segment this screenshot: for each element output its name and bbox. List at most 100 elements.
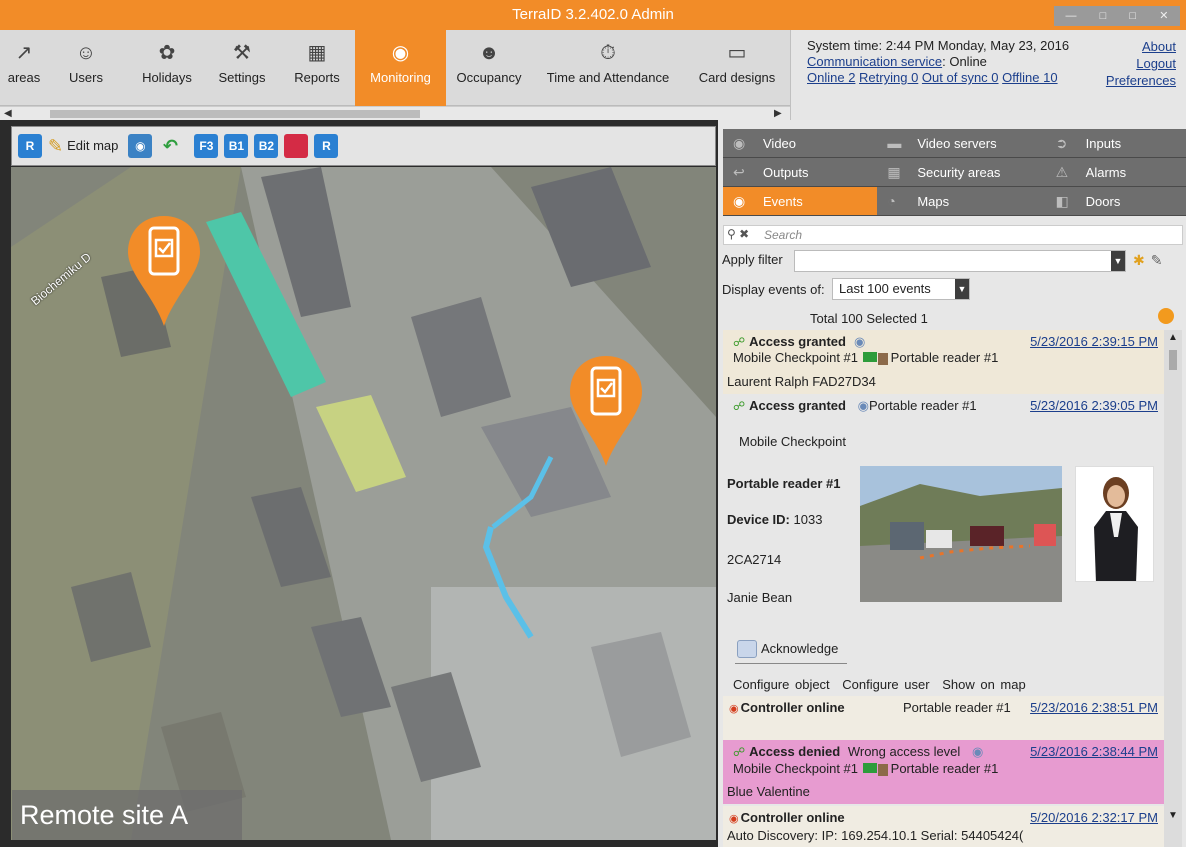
offline-link[interactable]: Offline 10 bbox=[1002, 70, 1057, 85]
event-datetime[interactable]: 5/23/2016 2:39:05 PM bbox=[1030, 398, 1158, 413]
mobile-checkpoint-pin-1[interactable] bbox=[124, 212, 204, 330]
list-item[interactable]: ◉ Controller online Portable reader #1 5/… bbox=[723, 696, 1164, 746]
preferences-link[interactable]: Preferences bbox=[1106, 72, 1176, 89]
ribbon-item-time-and-attendance[interactable]: ⏱ Time and Attendance bbox=[538, 30, 678, 106]
tab-outputs[interactable]: ↩ Outputs bbox=[723, 158, 877, 186]
user-name: Janie Bean bbox=[727, 590, 793, 605]
floor-f3-button[interactable]: F3 bbox=[194, 134, 219, 158]
minimize-icon[interactable]: — bbox=[1066, 1, 1077, 31]
event-header: ☍ Access denied Wrong access level ◉ bbox=[723, 744, 983, 760]
show-on-map-link[interactable]: Show on map bbox=[942, 677, 1026, 692]
tab-alarms[interactable]: ⚠ Alarms bbox=[1032, 158, 1186, 186]
restore-icon[interactable]: □ bbox=[1100, 1, 1107, 31]
ribbon-label: Reports bbox=[294, 70, 340, 85]
event-location: Mobile Checkpoint #1 bbox=[733, 761, 859, 776]
scroll-right-icon[interactable]: ▶ bbox=[774, 108, 782, 119]
event-datetime[interactable]: 5/23/2016 2:39:15 PM bbox=[1030, 334, 1158, 349]
map-search-icon[interactable]: ◉ bbox=[128, 134, 153, 158]
tab-maps[interactable]: ◔ Maps bbox=[877, 187, 1031, 215]
tab-row-3: ◉ Events ◔ Maps ◧ Doors bbox=[723, 187, 1186, 216]
maximize-icon[interactable]: □ bbox=[1129, 1, 1136, 31]
red-layer-button[interactable] bbox=[284, 134, 309, 158]
out-of-sync-link[interactable]: Out of sync 0 bbox=[922, 70, 999, 85]
filter-select[interactable]: ▼ bbox=[794, 250, 1126, 272]
tab-video[interactable]: ◉ Video bbox=[723, 129, 877, 157]
scrollbar-thumb[interactable] bbox=[50, 110, 420, 118]
event-title: Controller online bbox=[740, 810, 845, 825]
retrying-link[interactable]: Retrying 0 bbox=[859, 70, 918, 85]
refresh-map-button[interactable]: R bbox=[18, 134, 42, 158]
outputs-icon: ↩ bbox=[733, 164, 745, 180]
event-reader: Portable reader #1 bbox=[890, 350, 999, 365]
event-list-scrollbar[interactable]: ▲ ▼ bbox=[1164, 330, 1182, 847]
tab-inputs[interactable]: ➲ Inputs bbox=[1032, 129, 1186, 157]
floor-b1-button[interactable]: B1 bbox=[224, 134, 249, 158]
configure-object-link[interactable]: Configure object bbox=[733, 677, 830, 692]
mobile-checkpoint-pin-2[interactable] bbox=[566, 352, 646, 470]
event-path: Mobile Checkpoint #1 Portable reader #1 bbox=[733, 761, 998, 776]
event-datetime[interactable]: 5/23/2016 2:38:44 PM bbox=[1030, 744, 1158, 759]
edit-map-button[interactable]: Edit map bbox=[67, 134, 118, 158]
tab-security-areas[interactable]: ▦ Security areas bbox=[877, 158, 1031, 186]
about-link[interactable]: About bbox=[1106, 38, 1176, 55]
device-id-row: Device ID: 1033 bbox=[727, 512, 822, 527]
reset-view-button[interactable]: R bbox=[314, 134, 339, 158]
list-item[interactable]: ☍ Access granted ◉ 5/23/2016 2:39:15 PM Mo… bbox=[723, 330, 1164, 394]
search-input[interactable]: Search bbox=[723, 225, 1183, 245]
tab-label: Maps bbox=[917, 194, 950, 209]
list-item-denied[interactable]: ☍ Access denied Wrong access level ◉ 5/23… bbox=[723, 740, 1164, 804]
ribbon-item-areas[interactable]: ↗ areas bbox=[0, 30, 48, 106]
ribbon-item-card-designs[interactable]: ▭ Card designs bbox=[690, 30, 784, 106]
user-photo[interactable] bbox=[1075, 466, 1154, 582]
acknowledge-button[interactable]: Acknowledge bbox=[735, 636, 847, 664]
event-totals: Total 100 Selected 1 bbox=[810, 311, 928, 326]
ribbon-label: Occupancy bbox=[456, 70, 522, 85]
edit-filter-icon[interactable]: ✎ bbox=[1151, 252, 1169, 268]
title-bar: TerraID 3.2.402.0 Admin — □ □ ✕ bbox=[0, 0, 1186, 30]
ribbon-item-occupancy[interactable]: ☻ Occupancy bbox=[448, 30, 530, 106]
checkpoint-photo[interactable] bbox=[860, 466, 1062, 602]
card-designs-icon: ▭ bbox=[727, 42, 747, 64]
ribbon-item-holidays[interactable]: ✿ Holidays bbox=[130, 30, 204, 106]
access-icon: ☍ bbox=[733, 399, 746, 413]
tab-row-1: ◉ Video ▬ Video servers ➲ Inputs bbox=[723, 129, 1186, 158]
close-icon[interactable]: ✕ bbox=[1159, 1, 1168, 31]
search-icon[interactable]: ⚲ bbox=[727, 227, 736, 241]
tab-doors[interactable]: ◧ Doors bbox=[1032, 187, 1186, 215]
ribbon-item-monitoring[interactable]: ◉ Monitoring bbox=[355, 30, 446, 106]
scrollbar-thumb[interactable] bbox=[1169, 350, 1177, 370]
areas-icon: ↗ bbox=[15, 42, 33, 64]
reports-icon: ▦ bbox=[307, 42, 327, 64]
floor-b2-button[interactable]: B2 bbox=[254, 134, 279, 158]
online-link[interactable]: Online 2 bbox=[807, 70, 855, 85]
inputs-icon: ➲ bbox=[1055, 135, 1068, 151]
scroll-down-icon[interactable]: ▼ bbox=[1168, 810, 1178, 821]
filter-settings-icon[interactable]: ✱ bbox=[1133, 252, 1151, 268]
ribbon-item-users[interactable]: ☺ Users bbox=[56, 30, 116, 106]
configure-user-link[interactable]: Configure user bbox=[842, 677, 929, 692]
detail-reader: Portable reader #1 bbox=[727, 476, 841, 491]
clear-search-icon[interactable]: ✖ bbox=[739, 227, 749, 241]
ribbon-label: areas bbox=[7, 70, 41, 85]
display-events-select[interactable]: Last 100 events ▼ bbox=[832, 278, 970, 300]
event-reason: Wrong access level bbox=[847, 744, 961, 759]
chevron-down-icon[interactable]: ▼ bbox=[955, 279, 969, 299]
tab-video-servers[interactable]: ▬ Video servers bbox=[877, 129, 1031, 157]
ribbon-scrollbar[interactable]: ◀ ▶ bbox=[0, 106, 790, 120]
communication-service-link[interactable]: Communication service bbox=[807, 54, 942, 69]
scroll-up-icon[interactable]: ▲ bbox=[1168, 332, 1178, 343]
satellite-map[interactable] bbox=[11, 167, 716, 840]
tab-events[interactable]: ◉ Events bbox=[723, 187, 878, 215]
ribbon-item-reports[interactable]: ▦ Reports bbox=[284, 30, 350, 106]
ribbon-item-settings[interactable]: ⚒ Settings bbox=[208, 30, 276, 106]
chevron-down-icon[interactable]: ▼ bbox=[1111, 251, 1125, 271]
back-arrow-icon[interactable]: ↶ bbox=[158, 134, 182, 158]
event-datetime[interactable]: 5/23/2016 2:38:51 PM bbox=[1030, 700, 1158, 715]
access-icon: ☍ bbox=[733, 335, 746, 349]
event-datetime[interactable]: 5/20/2016 2:32:17 PM bbox=[1030, 810, 1158, 825]
logout-link[interactable]: Logout bbox=[1106, 55, 1176, 72]
refresh-icon[interactable] bbox=[1158, 308, 1174, 324]
eye-icon: ◉ bbox=[391, 42, 410, 64]
scroll-left-icon[interactable]: ◀ bbox=[4, 108, 12, 119]
list-item[interactable]: ◉ Controller online 5/20/2016 2:32:17 PM … bbox=[723, 806, 1164, 847]
